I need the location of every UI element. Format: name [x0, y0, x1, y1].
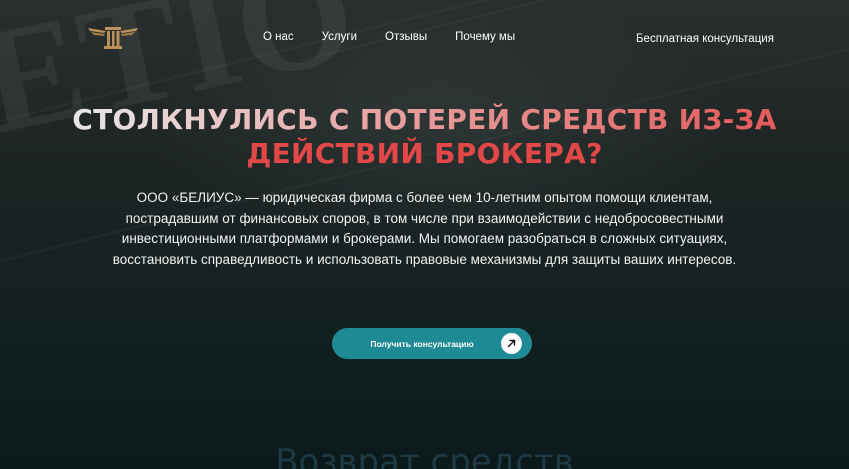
free-consultation-link[interactable]: Бесплатная консультация [636, 33, 774, 45]
nav-item-reviews[interactable]: Отзывы [385, 31, 427, 43]
get-consultation-button-label: Получить консультацию [370, 338, 474, 349]
arrow-up-right-icon [501, 333, 522, 354]
logo-icon[interactable] [86, 22, 140, 52]
nav-item-why-us[interactable]: Почему мы [455, 31, 515, 43]
hero-description: ООО «БЕЛИУС» — юридическая фирма с более… [112, 190, 737, 267]
headline-line-2: ДЕЙСТВИЙ БРОКЕРА? [246, 137, 603, 170]
headline-line-1: СТОЛКНУЛИСЬ С ПОТЕРЕЙ СРЕДСТВ ИЗ-ЗА [72, 103, 777, 136]
nav-item-about[interactable]: О нас [263, 31, 294, 43]
next-section-title: Возврат средств [275, 442, 574, 469]
main-nav: О нас Услуги Отзывы Почему мы [263, 31, 515, 43]
get-consultation-button[interactable]: Получить консультацию [332, 328, 532, 359]
nav-item-services[interactable]: Услуги [322, 31, 357, 43]
hero-headline: СТОЛКНУЛИСЬ С ПОТЕРЕЙ СРЕДСТВ ИЗ-ЗА ДЕЙС… [0, 103, 849, 171]
